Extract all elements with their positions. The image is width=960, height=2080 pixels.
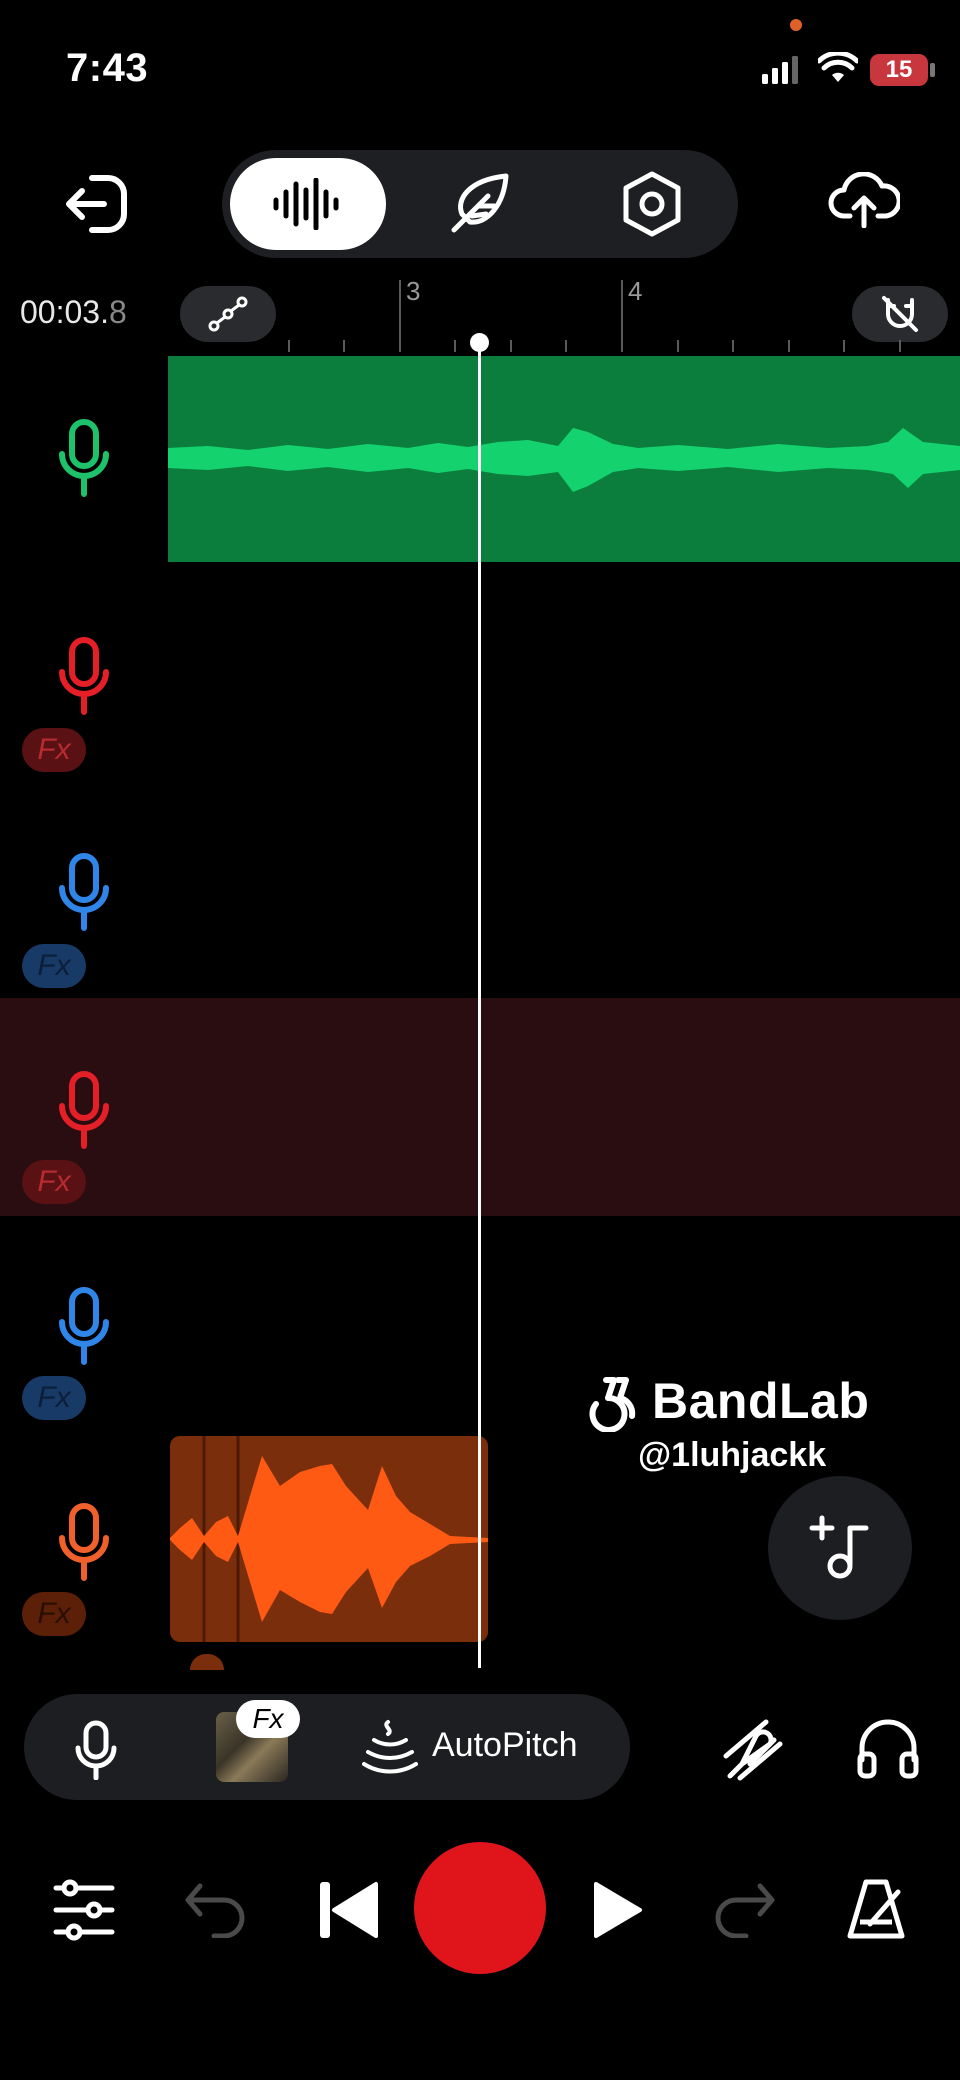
metronome-icon[interactable] — [846, 1878, 906, 1942]
autopitch-button[interactable]: AutoPitch — [432, 1726, 578, 1765]
ruler-bar-label: 4 — [628, 276, 643, 306]
ruler-tick — [343, 340, 345, 352]
track-2-microphone-icon[interactable] — [56, 636, 112, 716]
autopitch-icon — [362, 1720, 418, 1774]
undo-icon[interactable] — [184, 1882, 248, 1938]
exit-icon[interactable] — [62, 172, 130, 236]
track-3-microphone-icon[interactable] — [56, 852, 112, 932]
track-4-microphone-icon[interactable] — [56, 1070, 112, 1150]
effects-badge[interactable]: Fx — [236, 1700, 300, 1738]
cellular-signal-icon — [762, 56, 798, 84]
ruler-tick — [288, 340, 290, 352]
ruler-tick — [510, 340, 512, 352]
ruler-tick — [899, 340, 901, 352]
track-5-microphone-icon[interactable] — [56, 1286, 112, 1366]
bandlab-logo-icon — [589, 1377, 636, 1432]
cloud-upload-icon[interactable] — [828, 172, 900, 228]
battery-indicator: 15 — [870, 54, 928, 86]
ruler-tick — [732, 340, 734, 352]
ruler-tick — [677, 340, 679, 352]
privacy-indicator-dot — [790, 19, 802, 31]
track-6-fx-badge[interactable]: Fx — [22, 1592, 86, 1636]
timecode-readout: 00:03.8 — [20, 294, 127, 331]
green-audio-region[interactable] — [168, 356, 960, 562]
timecode-main: 00:03. — [20, 294, 109, 330]
add-track-button[interactable] — [768, 1476, 912, 1620]
watermark-username: @1luhjackk — [638, 1436, 827, 1474]
orange-audio-region[interactable] — [170, 1436, 488, 1642]
playhead-handle[interactable] — [470, 333, 489, 352]
bandlab-wordmark: BandLab — [652, 1373, 870, 1429]
ruler-bar-tick — [399, 280, 401, 352]
timecode-fraction: 8 — [108, 294, 127, 330]
track-6-microphone-icon[interactable] — [56, 1502, 112, 1582]
ruler-bar-label: 3 — [406, 276, 421, 306]
magnet-off-icon — [882, 296, 918, 332]
battery-cap — [930, 63, 935, 77]
automation-button[interactable] — [180, 286, 276, 342]
track-5-fx-badge[interactable]: Fx — [22, 1376, 86, 1420]
mixer-sliders-icon[interactable] — [52, 1878, 116, 1942]
tab-lyrics-feather-icon[interactable] — [448, 170, 512, 236]
headphones-icon[interactable] — [856, 1716, 920, 1780]
waveform-icon — [273, 178, 339, 230]
playhead-line[interactable] — [478, 344, 481, 1668]
track-1-microphone-icon[interactable] — [56, 418, 112, 498]
track-2-fx-badge[interactable]: Fx — [22, 728, 86, 772]
wifi-icon — [818, 52, 858, 82]
record-button[interactable] — [414, 1842, 546, 1974]
play-icon[interactable] — [592, 1880, 644, 1940]
automation-curve-icon — [208, 296, 248, 332]
orange-waveform — [170, 1436, 488, 1642]
ruler-tick — [788, 340, 790, 352]
snap-toggle-button[interactable] — [852, 286, 948, 342]
add-music-note-icon — [809, 1515, 869, 1579]
tab-settings-hexagon-icon[interactable] — [620, 170, 684, 238]
redo-icon[interactable] — [712, 1882, 776, 1938]
ruler-tick — [565, 340, 567, 352]
status-time: 7:43 — [66, 46, 149, 90]
skip-to-start-icon[interactable] — [318, 1880, 380, 1940]
next-region-peek — [190, 1654, 224, 1670]
ruler-bar-tick — [621, 280, 623, 352]
microphone-tool-icon[interactable] — [74, 1720, 118, 1780]
green-waveform — [168, 428, 960, 492]
tuner-fork-off-icon[interactable] — [720, 1716, 786, 1782]
track-3-fx-badge[interactable]: Fx — [22, 944, 86, 988]
ruler-tick — [454, 340, 456, 352]
track-4-fx-badge[interactable]: Fx — [22, 1160, 86, 1204]
ruler-tick — [843, 340, 845, 352]
